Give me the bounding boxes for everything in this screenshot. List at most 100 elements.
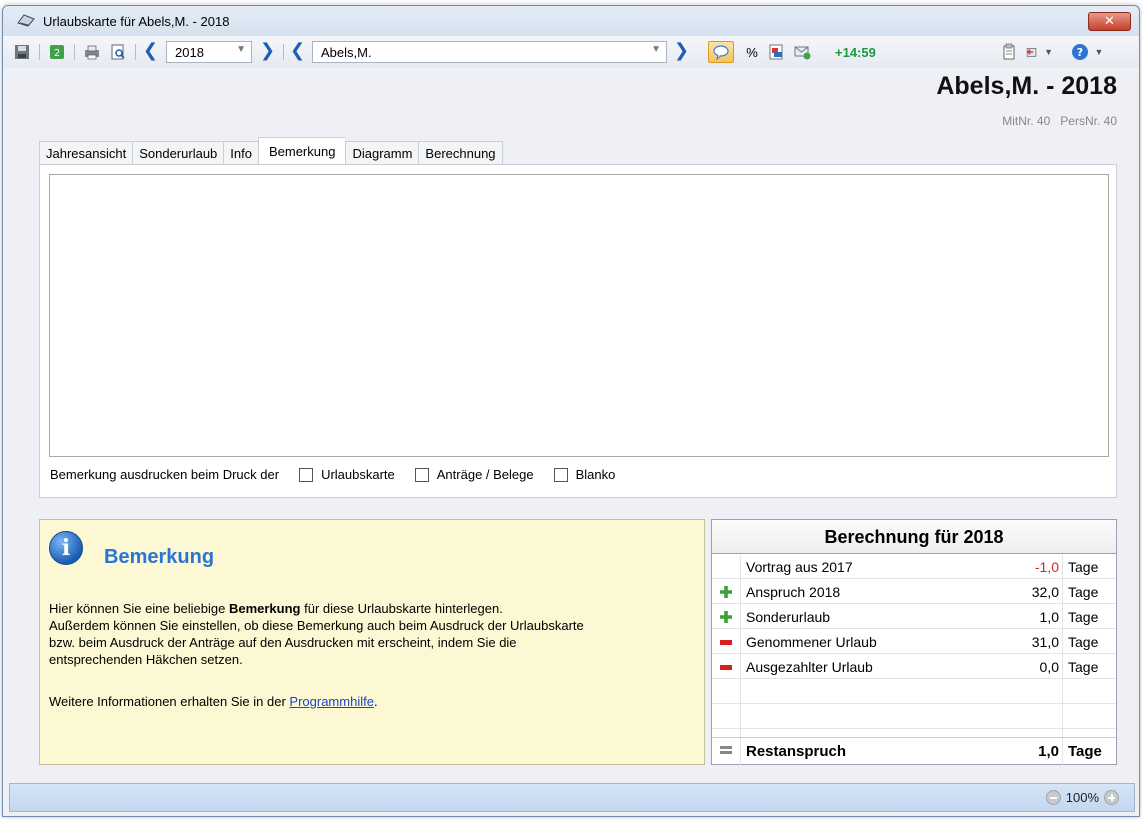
blanko-checkbox[interactable]	[553, 467, 568, 482]
export-icon	[769, 44, 783, 60]
info-icon: i	[49, 531, 83, 565]
print-preview-icon	[111, 44, 125, 60]
clipboard-icon	[1003, 43, 1015, 60]
app-icon	[17, 14, 35, 27]
close-button[interactable]: ✕	[1088, 12, 1131, 31]
clipboard-button[interactable]	[998, 41, 1020, 63]
plus-icon	[720, 586, 732, 598]
calc-row-restanspruch: Restanspruch 1,0 Tage	[712, 737, 1116, 765]
info-line-2: Außerdem können Sie einstellen, ob diese…	[49, 618, 584, 633]
print-preview-button[interactable]	[107, 41, 129, 63]
info-line-1: Hier können Sie eine beliebige Bemerkung…	[49, 601, 503, 616]
svg-text:?: ?	[1076, 46, 1082, 59]
tab-info[interactable]: Info	[223, 141, 258, 165]
calc-row-vortrag: Vortrag aus 2017 -1,0 Tage	[712, 555, 1116, 579]
zoom-in-icon[interactable]	[1104, 790, 1119, 805]
blanko-label[interactable]: Blanko	[576, 467, 616, 482]
year-select-value: 2018	[175, 44, 204, 60]
info-box: i Bemerkung Hier können Sie eine beliebi…	[39, 519, 705, 765]
tab-berechnung[interactable]: Berechnung	[418, 141, 503, 165]
print-options: Bemerkung ausdrucken beim Druck der Urla…	[50, 467, 615, 482]
printer-icon	[85, 45, 99, 60]
calc-row-empty	[712, 680, 1116, 704]
calc-value: -1,0	[1034, 559, 1059, 575]
next-year-chevron-icon[interactable]: ❯	[260, 40, 275, 61]
window-title: Urlaubskarte für Abels,M. - 2018	[43, 14, 230, 29]
mail-button[interactable]	[791, 41, 813, 63]
save-icon	[15, 45, 29, 59]
persnr-label: PersNr. 40	[1060, 114, 1117, 128]
print-options-label: Bemerkung ausdrucken beim Druck der	[50, 467, 280, 482]
toolbar-separator	[135, 44, 136, 60]
app-window: Urlaubskarte für Abels,M. - 2018 ✕ 2 ❮ 2…	[2, 5, 1140, 817]
calc-value: 32,0	[1031, 584, 1059, 600]
time-balance-badge: +14:59	[835, 45, 876, 60]
antraege-checkbox[interactable]	[414, 467, 429, 482]
tab-bar: Jahresansicht Sonderurlaub Info Bemerkun…	[39, 137, 503, 165]
percent-button[interactable]: %	[741, 41, 763, 63]
calc-row-ausgezahlt: Ausgezahlter Urlaub 0,0 Tage	[712, 655, 1116, 679]
zoom-control: 100%	[1041, 790, 1124, 805]
prev-year-chevron-icon[interactable]: ❮	[143, 40, 158, 61]
tab-jahresansicht[interactable]: Jahresansicht	[39, 141, 133, 165]
calc-row-anspruch: Anspruch 2018 32,0 Tage	[712, 580, 1116, 604]
year-select[interactable]: 2018 ▼	[166, 41, 252, 63]
prev-employee-chevron-icon[interactable]: ❮	[290, 40, 305, 61]
antraege-label[interactable]: Anträge / Belege	[437, 467, 534, 482]
save-button[interactable]	[11, 41, 33, 63]
calculation-title: Berechnung für 2018	[712, 520, 1116, 554]
employee-select[interactable]: Abels,M. ▼	[312, 41, 667, 63]
zoom-level: 100%	[1065, 790, 1099, 805]
toolbar: 2 ❮ 2018 ▼ ❯ ❮ Abels,M. ▼ ❯ % +14:59 ▼ ?…	[3, 36, 1139, 68]
title-bar: Urlaubskarte für Abels,M. - 2018 ✕	[3, 6, 1139, 36]
calc-value: 31,0	[1031, 634, 1059, 650]
chevron-down-icon: ▼	[1094, 47, 1104, 57]
percent-icon: %	[746, 44, 758, 60]
next-employee-chevron-icon[interactable]: ❯	[674, 40, 689, 61]
calc-value: 1,0	[1038, 743, 1059, 760]
page-title: Abels,M. - 2018	[936, 72, 1117, 100]
mail-icon	[794, 46, 811, 60]
chevron-down-icon: ▼	[1044, 47, 1053, 57]
plus-icon	[720, 611, 732, 623]
equals-icon	[720, 746, 732, 754]
calc-row-sonderurlaub: Sonderurlaub 1,0 Tage	[712, 605, 1116, 629]
urlaubskarte-label[interactable]: Urlaubskarte	[321, 467, 395, 482]
calc-row-empty	[712, 705, 1116, 729]
employee-select-value: Abels,M.	[321, 44, 372, 60]
status-bar: 100%	[9, 783, 1135, 812]
toolbar-separator	[39, 44, 40, 60]
info-body: Hier können Sie eine beliebige Bemerkung…	[49, 600, 689, 668]
info-title: Bemerkung	[104, 546, 215, 568]
toolbar-separator	[283, 44, 284, 60]
calc-value: 0,0	[1039, 659, 1059, 675]
exit-button[interactable]: ▼	[1025, 41, 1053, 63]
print-button[interactable]	[81, 41, 103, 63]
employee-ids: MitNr. 40 PersNr. 40	[1002, 114, 1117, 128]
remark-textarea[interactable]	[49, 174, 1109, 457]
export-button[interactable]	[765, 41, 787, 63]
svg-text:2: 2	[54, 48, 60, 59]
minus-icon	[720, 640, 732, 645]
toolbar-separator	[74, 44, 75, 60]
remark-toggle-button[interactable]	[708, 41, 734, 63]
chevron-down-icon: ▼	[651, 44, 661, 55]
tab-sonderurlaub[interactable]: Sonderurlaub	[132, 141, 224, 165]
mitnr-label: MitNr. 40	[1002, 114, 1051, 128]
refresh-icon: 2	[50, 45, 64, 59]
refresh-button[interactable]: 2	[46, 41, 68, 63]
help-icon: ?	[1071, 44, 1088, 60]
help-button[interactable]: ? ▼	[1067, 41, 1107, 63]
chevron-down-icon: ▼	[236, 44, 246, 55]
tab-bemerkung[interactable]: Bemerkung	[257, 137, 346, 165]
minus-icon	[720, 665, 732, 670]
calc-value: 1,0	[1039, 609, 1059, 625]
tab-diagramm[interactable]: Diagramm	[345, 141, 419, 165]
help-link[interactable]: Programmhilfe	[289, 694, 374, 709]
urlaubskarte-checkbox[interactable]	[299, 467, 314, 482]
info-line-4: entsprechenden Häkchen setzen.	[49, 652, 243, 667]
remark-panel: Bemerkung ausdrucken beim Druck der Urla…	[39, 164, 1117, 498]
calc-row-genommen: Genommener Urlaub 31,0 Tage	[712, 630, 1116, 654]
zoom-out-icon[interactable]	[1045, 790, 1061, 805]
exit-icon	[1026, 48, 1037, 57]
